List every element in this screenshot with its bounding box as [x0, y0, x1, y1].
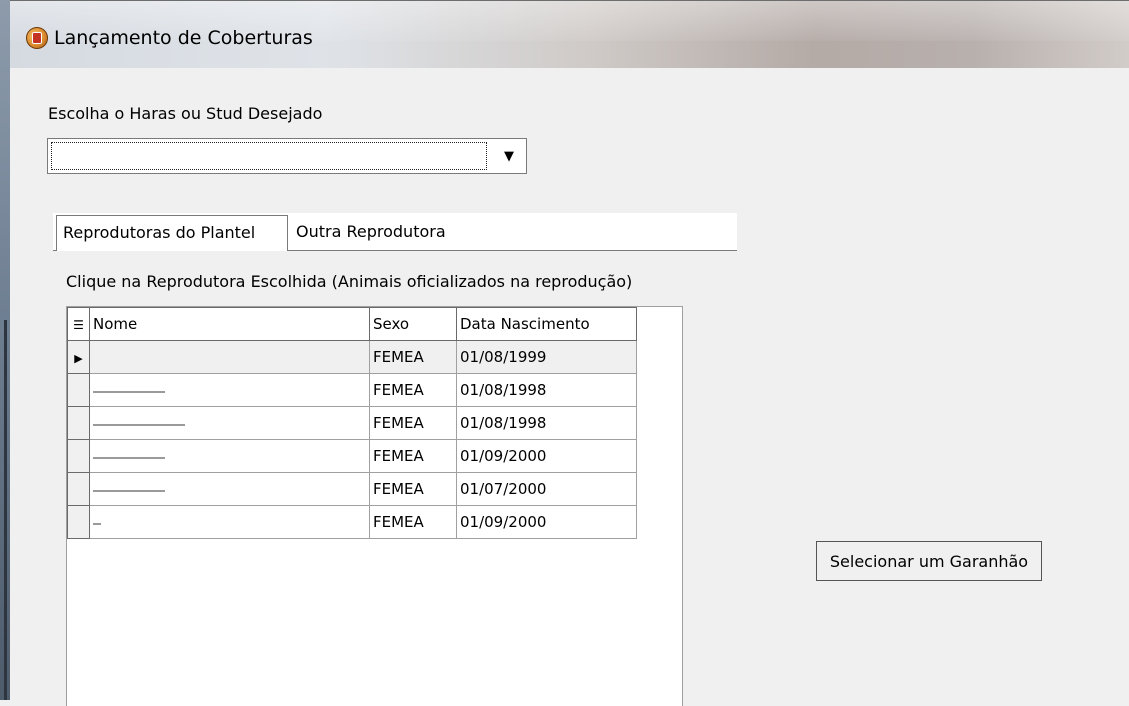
- tab-reprodutoras-do-plantel[interactable]: Reprodutoras do Plantel: [56, 215, 288, 251]
- app-icon: [26, 27, 48, 49]
- redacted-name: [93, 423, 185, 426]
- cell-data-nascimento[interactable]: 01/09/2000: [456, 505, 637, 539]
- window-content: Escolha o Haras ou Stud Desejado ▼ Repro…: [10, 68, 1129, 706]
- cell-data-nascimento[interactable]: 01/08/1998: [456, 406, 637, 440]
- cell-sexo[interactable]: FEMEA: [369, 373, 457, 407]
- table-row[interactable]: FEMEA 01/09/2000: [67, 505, 637, 539]
- window-left-edge: [0, 0, 10, 700]
- chevron-down-icon[interactable]: ▼: [494, 141, 524, 171]
- column-header-nome[interactable]: Nome: [89, 307, 370, 341]
- row-indicator[interactable]: [67, 406, 90, 440]
- title-bar[interactable]: Lançamento de Coberturas: [10, 0, 1129, 69]
- column-header-sexo[interactable]: Sexo: [369, 307, 457, 341]
- table-row[interactable]: FEMEA 01/07/2000: [67, 472, 637, 506]
- row-indicator[interactable]: [67, 505, 90, 539]
- table-row[interactable]: FEMEA 01/09/2000: [67, 439, 637, 473]
- redacted-name: [93, 522, 101, 525]
- row-indicator[interactable]: [67, 439, 90, 473]
- grid-header-row: ☰ Nome Sexo Data Nascimento: [67, 307, 637, 341]
- cell-nome[interactable]: [89, 406, 370, 440]
- instruction-text: Clique na Reprodutora Escolhida (Animais…: [66, 272, 633, 291]
- table-row[interactable]: FEMEA 01/08/1998: [67, 373, 637, 407]
- cell-nome[interactable]: [89, 505, 370, 539]
- haras-label: Escolha o Haras ou Stud Desejado: [48, 104, 323, 123]
- redacted-name: [93, 489, 165, 492]
- reprodutoras-grid[interactable]: ☰ Nome Sexo Data Nascimento ▶ FEMEA 01/0…: [66, 306, 683, 706]
- cell-sexo[interactable]: FEMEA: [369, 340, 457, 374]
- redacted-name: [93, 390, 165, 393]
- row-indicator[interactable]: [67, 472, 90, 506]
- redacted-name: [93, 456, 165, 459]
- tab-outra-reprodutora[interactable]: Outra Reprodutora: [290, 215, 550, 249]
- cell-nome[interactable]: [89, 373, 370, 407]
- column-header-data-nascimento[interactable]: Data Nascimento: [456, 307, 637, 341]
- cell-data-nascimento[interactable]: 01/08/1998: [456, 373, 637, 407]
- table-row[interactable]: ▶ FEMEA 01/08/1999: [67, 340, 637, 374]
- select-stallion-button[interactable]: Selecionar um Garanhão: [816, 541, 1042, 581]
- tab-strip: Reprodutoras do Plantel Outra Reprodutor…: [53, 213, 737, 251]
- window-title: Lançamento de Coberturas: [54, 27, 313, 49]
- cell-sexo[interactable]: FEMEA: [369, 472, 457, 506]
- cell-nome[interactable]: [89, 472, 370, 506]
- cell-nome[interactable]: [89, 340, 370, 374]
- row-indicator[interactable]: [67, 373, 90, 407]
- haras-combobox-value[interactable]: [51, 142, 487, 170]
- cell-data-nascimento[interactable]: 01/08/1999: [456, 340, 637, 374]
- cell-sexo[interactable]: FEMEA: [369, 439, 457, 473]
- cell-data-nascimento[interactable]: 01/07/2000: [456, 472, 637, 506]
- cell-sexo[interactable]: FEMEA: [369, 505, 457, 539]
- row-indicator-current-icon[interactable]: ▶: [67, 340, 90, 374]
- grid-table: ☰ Nome Sexo Data Nascimento ▶ FEMEA 01/0…: [67, 307, 637, 539]
- haras-combobox[interactable]: ▼: [47, 138, 527, 174]
- column-chooser-icon[interactable]: ☰: [67, 307, 90, 341]
- cell-nome[interactable]: [89, 439, 370, 473]
- cell-data-nascimento[interactable]: 01/09/2000: [456, 439, 637, 473]
- cell-sexo[interactable]: FEMEA: [369, 406, 457, 440]
- table-row[interactable]: FEMEA 01/08/1998: [67, 406, 637, 440]
